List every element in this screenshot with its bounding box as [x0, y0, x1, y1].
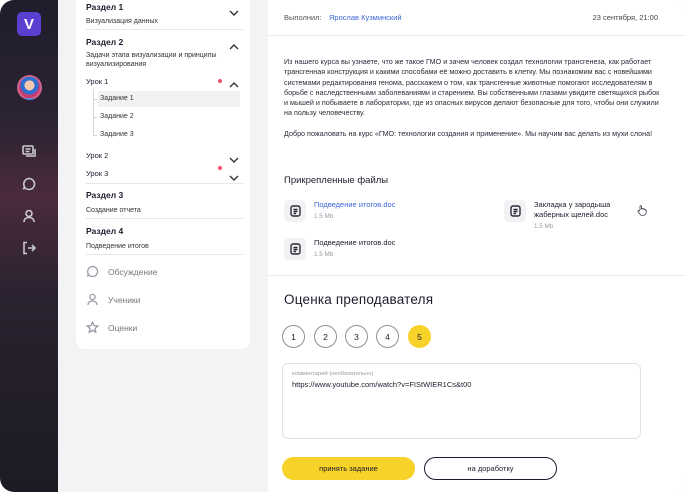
divider	[86, 254, 244, 255]
section-title: Раздел 4	[86, 226, 124, 236]
grade-option-5-selected[interactable]: 5	[408, 325, 431, 348]
section-title: Раздел 2	[86, 37, 124, 47]
grade-heading: Оценка преподавателя	[284, 292, 434, 307]
sidebar-link-students[interactable]: Ученики	[86, 293, 140, 306]
app-frame: V Раздел 1 Визуализация данных Раздел 2 …	[0, 0, 686, 492]
chevron-down-icon[interactable]	[228, 151, 240, 163]
star-icon	[86, 321, 99, 334]
section-1[interactable]: Раздел 1 Визуализация данных	[86, 2, 244, 26]
task-description: Из нашего курса вы узнаете, что же такое…	[284, 57, 664, 139]
divider	[268, 35, 686, 36]
task-2[interactable]: Задание 2	[98, 109, 240, 125]
grade-option-3[interactable]: 3	[345, 325, 368, 348]
divider	[86, 218, 244, 219]
notification-dot	[218, 79, 222, 83]
sidebar-link-discussion[interactable]: Обсуждение	[86, 265, 158, 278]
file-name[interactable]: Подведение итогов.doc	[314, 238, 395, 248]
chat-icon[interactable]	[20, 142, 38, 160]
section-subtitle: Подведение итогов	[86, 243, 149, 250]
grade-option-4[interactable]: 4	[376, 325, 399, 348]
lesson-2[interactable]: Урок 2	[86, 151, 108, 160]
notification-dot	[218, 166, 222, 170]
grade-option-1[interactable]: 1	[282, 325, 305, 348]
chevron-up-icon[interactable]	[228, 38, 240, 50]
user-icon[interactable]	[20, 207, 38, 225]
accept-task-button[interactable]: принять задание	[282, 457, 415, 480]
tree-hook	[93, 117, 97, 118]
file-name-link[interactable]: Подведение итогов.doc	[314, 200, 395, 210]
tree-hook	[93, 99, 97, 100]
discussion-icon	[86, 265, 99, 278]
app-logo[interactable]: V	[17, 12, 41, 36]
chevron-down-icon[interactable]	[228, 169, 240, 181]
tree-line	[93, 89, 94, 135]
section-4[interactable]: Раздел 4 Подведение итогов	[86, 226, 244, 251]
section-subtitle: Задачи этапа визуализации и принципы виз…	[86, 52, 217, 68]
grade-option-2[interactable]: 2	[314, 325, 337, 348]
file-size: 1.5 Mb	[534, 223, 554, 230]
document-icon	[504, 200, 526, 222]
lesson-3[interactable]: Урок 3	[86, 169, 108, 178]
hand-cursor-icon	[637, 205, 647, 216]
tree-hook	[93, 135, 97, 136]
logout-icon[interactable]	[20, 239, 38, 257]
file-size: 1.5 Mb	[314, 213, 334, 220]
task-3[interactable]: Задание 3	[98, 127, 240, 143]
course-sidebar: Раздел 1 Визуализация данных Раздел 2 За…	[76, 0, 250, 349]
user-avatar[interactable]	[17, 75, 42, 100]
user-icon	[87, 293, 98, 306]
chevron-up-icon[interactable]	[228, 76, 240, 88]
file-name[interactable]: Закладка у зародыша жаберных щелей.doc	[534, 200, 644, 220]
executor-name-link[interactable]: Ярослав Кузминский	[329, 13, 402, 22]
link-label: Обсуждение	[108, 266, 158, 277]
lesson-1[interactable]: Урок 1	[86, 77, 108, 86]
comment-value[interactable]: https://www.youtube.com/watch?v=FIStWIER…	[292, 380, 631, 389]
divider	[86, 29, 244, 30]
document-icon	[284, 200, 306, 222]
description-paragraph: Из нашего курса вы узнаете, что же такое…	[284, 57, 660, 118]
link-label: Оценки	[108, 322, 138, 333]
comment-icon[interactable]	[20, 175, 38, 193]
left-rail: V	[0, 0, 58, 492]
comment-label: комментарий (необязательно)	[292, 371, 374, 377]
send-for-rework-button[interactable]: на доработку	[424, 457, 557, 480]
attached-file[interactable]: Подведение итогов.doc 1.5 Mb	[284, 200, 395, 222]
divider	[268, 275, 686, 276]
sidebar-link-grades[interactable]: Оценки	[86, 321, 137, 334]
files-heading: Прикрепленные файлы	[284, 175, 389, 186]
submission-date: 23 сентября, 21:00	[592, 13, 658, 22]
task-review-panel: Выполнил: Ярослав Кузминский 23 сентября…	[268, 0, 686, 492]
attached-file[interactable]: Подведение итогов.doc 1.5 Mb	[284, 238, 395, 260]
chevron-down-icon[interactable]	[228, 4, 240, 16]
file-size: 1.5 Mb	[314, 251, 334, 258]
attached-file[interactable]: Закладка у зародыша жаберных щелей.doc 1…	[504, 200, 649, 230]
executor-label: Выполнил:	[284, 13, 322, 22]
section-subtitle: Создание отчета	[86, 207, 141, 214]
task-1[interactable]: Задание 1	[98, 91, 240, 107]
section-title: Раздел 3	[86, 190, 124, 200]
section-title: Раздел 1	[86, 2, 124, 12]
document-icon	[284, 238, 306, 260]
description-paragraph: Добро пожаловать на курс «ГМО: технологи…	[284, 128, 653, 138]
section-3[interactable]: Раздел 3 Создание отчета	[86, 190, 244, 215]
link-label: Ученики	[108, 294, 141, 305]
section-2[interactable]: Раздел 2 Задачи этапа визуализации и при…	[86, 37, 226, 69]
divider	[86, 183, 244, 184]
comment-field[interactable]: комментарий (необязательно) https://www.…	[282, 363, 641, 439]
section-subtitle: Визуализация данных	[86, 18, 159, 25]
